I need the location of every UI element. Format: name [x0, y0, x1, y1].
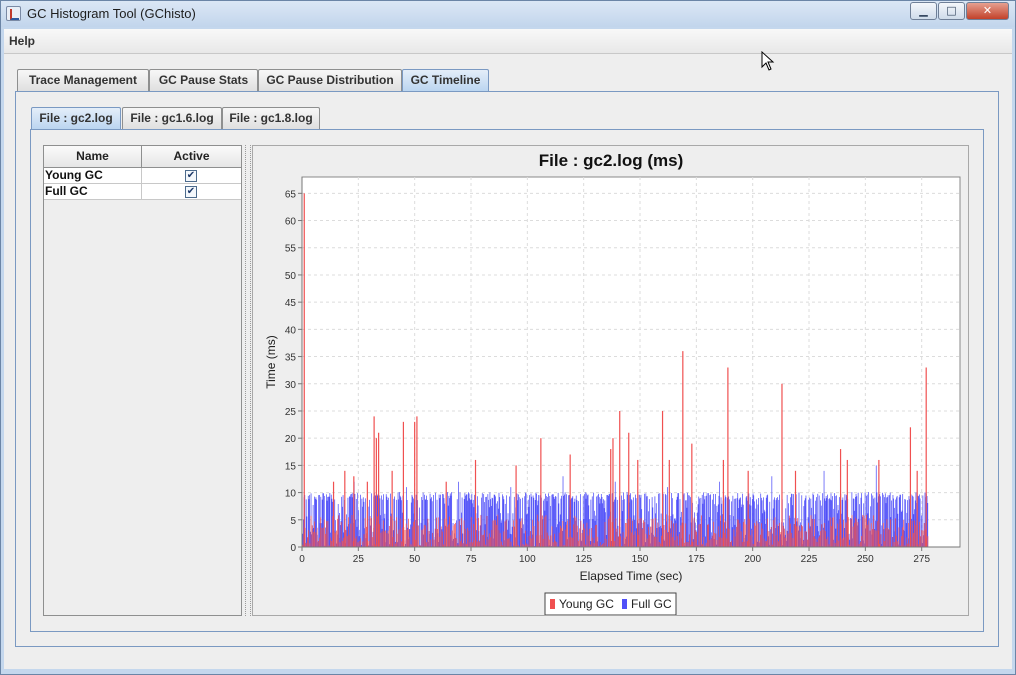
x-tick-label: 225	[801, 554, 818, 565]
x-tick-label: 0	[299, 554, 305, 565]
legend-full-label: Full GC	[631, 597, 672, 611]
y-tick-label: 30	[285, 380, 297, 391]
maximize-icon: □	[946, 4, 957, 17]
x-tick-label: 75	[465, 554, 477, 565]
app-java-icon	[6, 6, 21, 21]
x-tick-label: 25	[353, 554, 365, 565]
row-name: Full GC	[45, 184, 142, 200]
gc-type-table: Name Active Young GC ✔ Full GC ✔	[43, 145, 242, 616]
window-title: GC Histogram Tool (GChisto)	[27, 6, 196, 21]
tab-file-gc2[interactable]: File : gc2.log	[31, 107, 121, 130]
plot-area	[301, 176, 961, 548]
tab-gc-pause-stats[interactable]: GC Pause Stats	[149, 69, 258, 92]
active-checkbox-full-gc[interactable]: ✔	[185, 186, 197, 198]
x-tick-label: 50	[409, 554, 421, 565]
y-axis-label: Time (ms)	[264, 335, 278, 389]
y-tick-label: 60	[285, 217, 297, 228]
y-tick-label: 40	[285, 325, 297, 336]
x-tick-label: 250	[857, 554, 874, 565]
x-tick-label: 150	[632, 554, 649, 565]
active-checkbox-young-gc[interactable]: ✔	[185, 170, 197, 182]
y-tick-label: 10	[285, 489, 297, 500]
title-bar[interactable]: GC Histogram Tool (GChisto) ▁ □ ✕	[1, 1, 1015, 27]
y-tick-label: 25	[285, 407, 297, 418]
timeline-chart-panel: File : gc2.log (ms) 0 5 10 15 20 25 30 35 40 45 50…	[252, 145, 969, 616]
x-axis-label: Elapsed Time (sec)	[580, 569, 683, 583]
x-tick-label: 100	[519, 554, 536, 565]
close-icon: ✕	[982, 4, 993, 17]
y-tick-label: 5	[290, 516, 296, 527]
legend-young-swatch	[550, 599, 555, 609]
y-tick-label: 0	[290, 543, 296, 554]
legend-young-label: Young GC	[559, 597, 614, 611]
legend-full-swatch	[622, 599, 627, 609]
timeline-chart: File : gc2.log (ms) 0 5 10 15 20 25 30 35 40 45 50…	[264, 151, 961, 616]
y-tick-label: 35	[285, 353, 297, 364]
x-tick-label: 275	[913, 554, 930, 565]
split-pane-divider[interactable]	[245, 145, 251, 616]
y-tick-label: 55	[285, 244, 297, 255]
chart-legend: Young GC Full GC	[544, 592, 677, 616]
menu-help[interactable]: Help	[9, 34, 35, 48]
mouse-cursor-icon	[761, 51, 775, 71]
menu-bar: Help	[4, 29, 1012, 54]
maximize-button[interactable]: □	[938, 2, 965, 20]
y-tick-label: 15	[285, 461, 297, 472]
y-tick-label: 45	[285, 298, 297, 309]
tab-gc-pause-distribution[interactable]: GC Pause Distribution	[258, 69, 402, 92]
y-tick-label: 65	[285, 189, 297, 200]
tab-gc-timeline[interactable]: GC Timeline	[402, 69, 489, 92]
app-window: GC Histogram Tool (GChisto) ▁ □ ✕ Help T…	[0, 0, 1016, 675]
tab-file-gc18[interactable]: File : gc1.8.log	[222, 107, 320, 130]
row-name: Young GC	[45, 168, 142, 184]
x-tick-label: 125	[575, 554, 592, 565]
close-button[interactable]: ✕	[966, 2, 1009, 20]
minimize-icon: ▁	[919, 4, 928, 17]
table-row-full-gc[interactable]: Full GC ✔	[44, 184, 241, 200]
y-tick-label: 20	[285, 434, 297, 445]
table-row-young-gc[interactable]: Young GC ✔	[44, 168, 241, 184]
tab-file-gc16[interactable]: File : gc1.6.log	[122, 107, 222, 130]
tab-trace-management[interactable]: Trace Management	[17, 69, 149, 92]
column-header-name[interactable]: Name	[44, 146, 142, 168]
y-tick-label: 50	[285, 271, 297, 282]
x-tick-label: 200	[744, 554, 761, 565]
chart-title: File : gc2.log (ms)	[539, 151, 684, 170]
x-tick-label: 175	[688, 554, 705, 565]
column-header-active[interactable]: Active	[142, 146, 241, 168]
minimize-button[interactable]: ▁	[910, 2, 937, 20]
